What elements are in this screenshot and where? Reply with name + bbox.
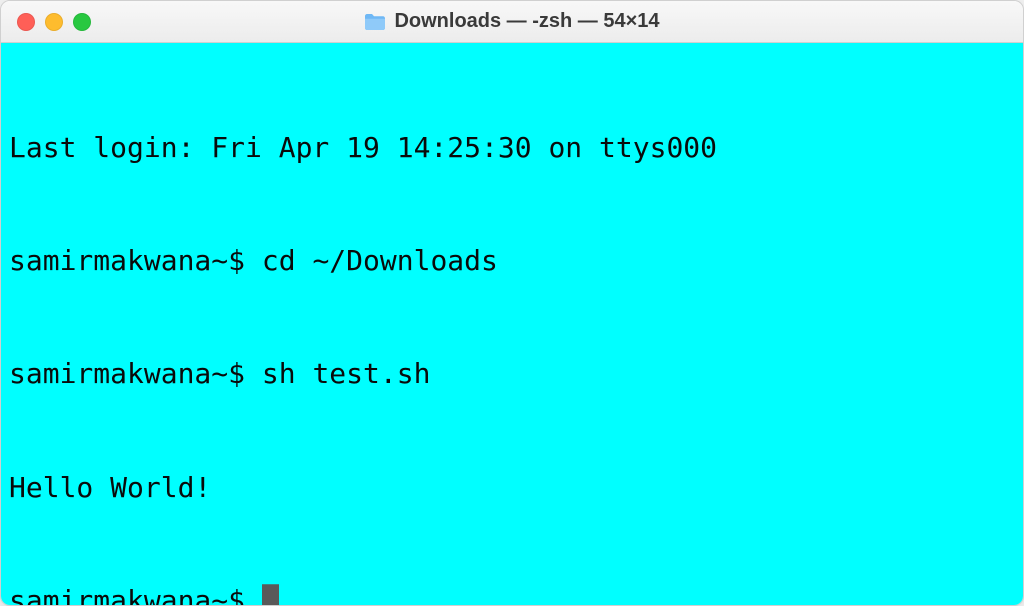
terminal-line-last-login: Last login: Fri Apr 19 14:25:30 on ttys0…	[9, 129, 1015, 167]
prompt-prefix: samirmakwana~$	[9, 582, 262, 605]
terminal-line-cmd1: samirmakwana~$ cd ~/Downloads	[9, 242, 1015, 280]
prompt-command: sh test.sh	[262, 355, 431, 393]
cursor-icon	[262, 584, 279, 605]
window-title-group: Downloads — -zsh — 54×14	[364, 10, 659, 33]
last-login-text: Last login: Fri Apr 19 14:25:30 on ttys0…	[9, 129, 717, 167]
terminal-line-cmd2: samirmakwana~$ sh test.sh	[9, 355, 1015, 393]
window-controls	[17, 13, 91, 31]
output-text: Hello World!	[9, 469, 211, 507]
minimize-icon[interactable]	[45, 13, 63, 31]
titlebar: Downloads — -zsh — 54×14	[1, 1, 1023, 43]
window-title: Downloads — -zsh — 54×14	[394, 10, 659, 33]
terminal-line-output: Hello World!	[9, 469, 1015, 507]
terminal-body[interactable]: Last login: Fri Apr 19 14:25:30 on ttys0…	[1, 43, 1023, 605]
prompt-prefix: samirmakwana~$	[9, 242, 262, 280]
close-icon[interactable]	[17, 13, 35, 31]
terminal-window: Downloads — -zsh — 54×14 Last login: Fri…	[0, 0, 1024, 606]
prompt-command: cd ~/Downloads	[262, 242, 498, 280]
maximize-icon[interactable]	[73, 13, 91, 31]
prompt-prefix: samirmakwana~$	[9, 355, 262, 393]
folder-icon	[364, 13, 386, 31]
terminal-line-current: samirmakwana~$	[9, 582, 1015, 605]
